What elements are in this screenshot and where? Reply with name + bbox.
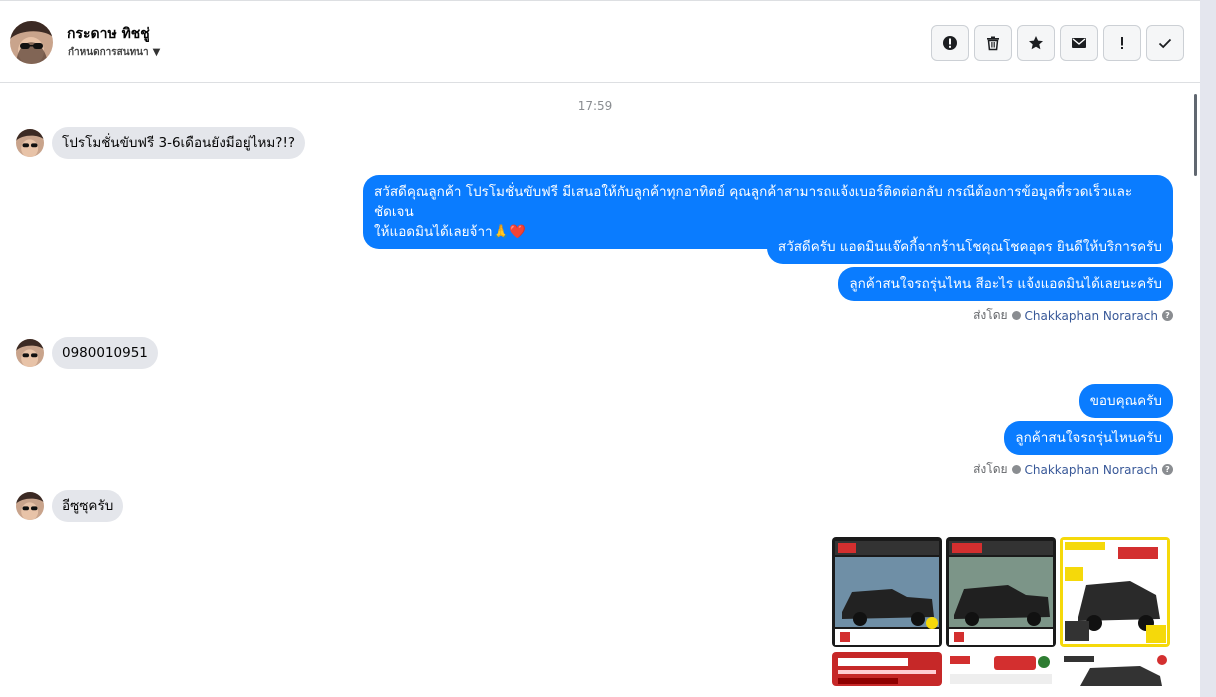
message-row-incoming: 0980010951	[16, 337, 158, 369]
outgoing-message[interactable]: ลูกค้าสนใจรถรุ่นไหน สีอะไร แจ้งแอดมินได้…	[838, 267, 1173, 301]
message-line: สวัสดีคุณลูกค้า โปรโมชั่นขับฟรี มีเสนอให…	[374, 184, 1133, 220]
report-button[interactable]	[931, 25, 969, 61]
messenger-window: กระดาษ ทิชชู่ กำหนดการสนทนา ▼ 17:59 โปรโ…	[0, 0, 1216, 697]
message-row-incoming: โปรโมชั่นขับฟรี 3-6เดือนยังมีอยู่ไหม?!?	[16, 127, 306, 159]
contact-avatar[interactable]	[10, 21, 53, 64]
star-button[interactable]	[1017, 25, 1055, 61]
contact-name[interactable]: กระดาษ ทิชชู่	[67, 23, 150, 45]
envelope-icon	[1072, 38, 1086, 48]
done-button[interactable]	[1146, 25, 1184, 61]
conversation-header: กระดาษ ทิชชู่ กำหนดการสนทนา ▼	[0, 3, 1200, 83]
contact-avatar-small[interactable]	[16, 129, 44, 157]
message-thread: 17:59 โปรโมชั่นขับฟรี 3-6เดือนยังมีอยู่ไ…	[0, 84, 1190, 697]
verified-icon	[1011, 311, 1021, 320]
gallery-image[interactable]	[1060, 652, 1170, 686]
mark-unread-button[interactable]	[1060, 25, 1098, 61]
sent-by-label: ส่งโดย	[973, 462, 1008, 476]
exclamation-icon	[1121, 37, 1123, 49]
gallery-image[interactable]	[946, 537, 1056, 647]
gallery-image[interactable]	[1060, 537, 1170, 647]
sent-by-indicator: ส่งโดย Chakkaphan Norarach ?	[973, 306, 1173, 325]
spam-button[interactable]	[1103, 25, 1141, 61]
conversation-label-dropdown[interactable]: กำหนดการสนทนา ▼	[68, 45, 160, 60]
check-icon	[1158, 38, 1172, 49]
incoming-message[interactable]: 0980010951	[52, 337, 158, 369]
conversation-label: กำหนดการสนทนา	[68, 47, 149, 58]
help-icon[interactable]: ?	[1162, 310, 1173, 321]
chevron-down-icon: ▼	[152, 47, 161, 58]
agent-name-link[interactable]: Chakkaphan Norarach	[1025, 309, 1158, 323]
thread-scrollbar-thumb[interactable]	[1194, 94, 1197, 176]
incoming-message[interactable]: อีซูซุครับ	[52, 490, 124, 522]
contact-avatar-small[interactable]	[16, 339, 44, 367]
contact-avatar-small[interactable]	[16, 492, 44, 520]
sent-by-indicator: ส่งโดย Chakkaphan Norarach ?	[973, 460, 1173, 479]
agent-name-link[interactable]: Chakkaphan Norarach	[1025, 463, 1158, 477]
page-scrollbar[interactable]	[1200, 0, 1216, 697]
message-timestamp: 17:59	[577, 99, 613, 113]
outgoing-message[interactable]: ขอบคุณครับ	[1078, 384, 1173, 418]
image-gallery	[832, 537, 1173, 686]
sent-by-label: ส่งโดย	[973, 308, 1008, 322]
verified-icon	[1011, 465, 1021, 474]
alert-circle-icon	[943, 36, 957, 50]
gallery-image[interactable]	[832, 537, 942, 647]
trash-icon	[987, 36, 999, 51]
outgoing-message[interactable]: สวัสดีครับ แอดมินแจ๊คกี้จากร้านโชคุณโชคอ…	[766, 230, 1173, 264]
incoming-message[interactable]: โปรโมชั่นขับฟรี 3-6เดือนยังมีอยู่ไหม?!?	[52, 127, 306, 159]
help-icon[interactable]: ?	[1162, 464, 1173, 475]
delete-button[interactable]	[974, 25, 1012, 61]
outgoing-message[interactable]: ลูกค้าสนใจรถรุ่นไหนครับ	[1004, 421, 1173, 455]
gallery-image[interactable]	[946, 652, 1056, 686]
conversation-toolbar	[931, 25, 1184, 61]
gallery-image[interactable]	[832, 652, 942, 686]
star-icon	[1029, 36, 1043, 50]
message-row-incoming: อีซูซุครับ	[16, 490, 124, 522]
